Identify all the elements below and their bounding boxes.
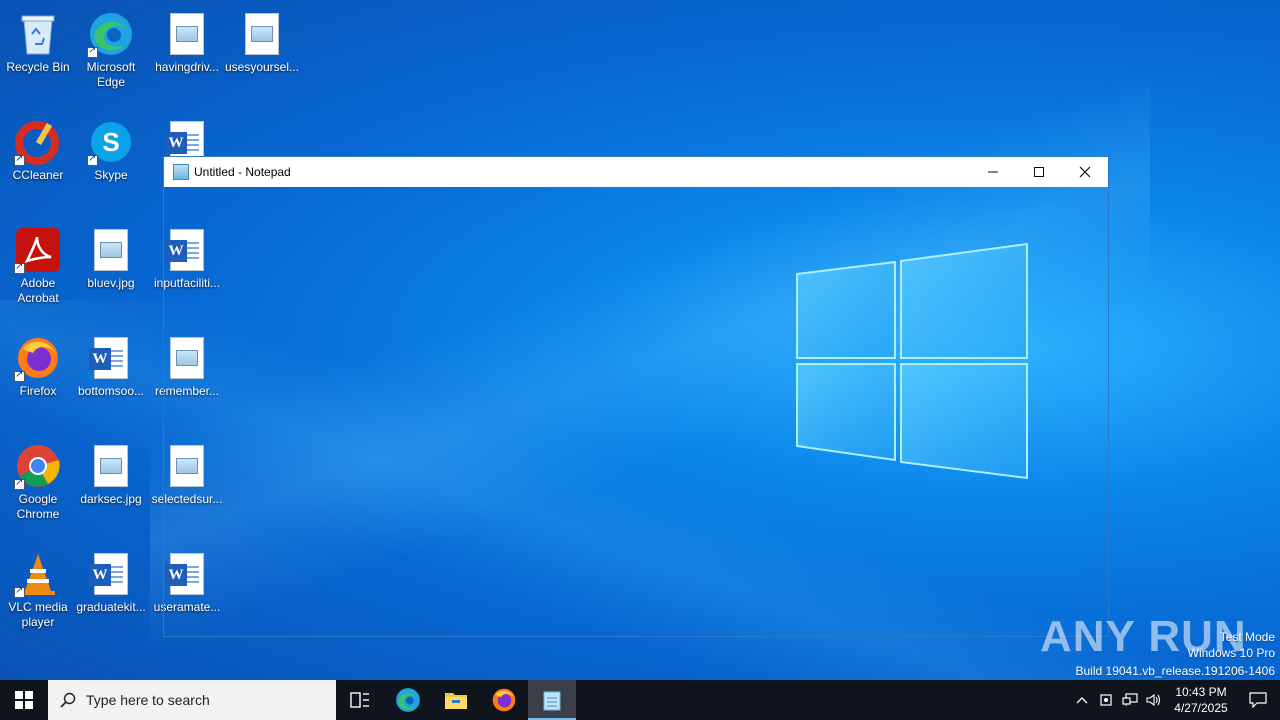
taskbar-file-explorer-button[interactable]	[432, 680, 480, 720]
desktop-icon-darksec[interactable]: darksec.jpg	[73, 436, 149, 536]
volume-icon	[1146, 693, 1161, 707]
shortcut-arrow-icon	[87, 153, 98, 166]
notepad-icon	[173, 164, 189, 180]
desktop-icon-edge[interactable]: Microsoft Edge	[73, 4, 149, 104]
action-center-button[interactable]	[1236, 680, 1280, 720]
file-explorer-icon	[445, 693, 467, 709]
taskbar-search-box[interactable]: Type here to search	[48, 680, 336, 720]
image-file-icon	[238, 10, 286, 58]
firefox-icon	[14, 334, 62, 382]
word-doc-icon: W	[87, 334, 135, 382]
close-icon	[1079, 166, 1091, 178]
firefox-icon	[492, 688, 516, 712]
desktop-icon-ccleaner[interactable]: CCleaner	[0, 112, 76, 212]
desktop-icon-bottomsoo[interactable]: W bottomsoo...	[73, 328, 149, 428]
desktop-icon-usesyoursel[interactable]: usesyoursel...	[224, 4, 300, 104]
search-placeholder: Type here to search	[86, 692, 210, 708]
network-button[interactable]	[1118, 680, 1142, 720]
word-doc-icon: W	[87, 550, 135, 598]
maximize-icon	[1034, 167, 1044, 177]
window-controls	[970, 157, 1108, 187]
tray-app-button[interactable]	[1094, 680, 1118, 720]
notepad-window[interactable]: Untitled - Notepad	[163, 156, 1109, 637]
network-icon	[1122, 693, 1138, 706]
svg-text:S: S	[102, 127, 119, 157]
shortcut-arrow-icon	[14, 585, 25, 598]
desktop-icon-graduatekit[interactable]: W graduatekit...	[73, 544, 149, 644]
notepad-text-area[interactable]	[164, 187, 1108, 636]
skype-icon: S	[87, 118, 135, 166]
desktop-icon-adobe-acrobat[interactable]: Adobe Acrobat	[0, 220, 76, 320]
shortcut-arrow-icon	[14, 369, 25, 382]
vlc-icon	[14, 550, 62, 598]
volume-button[interactable]	[1142, 680, 1166, 720]
recycle-bin-icon	[14, 10, 62, 58]
taskbar-firefox-button[interactable]	[480, 680, 528, 720]
shortcut-arrow-icon	[14, 153, 25, 166]
window-title: Untitled - Notepad	[194, 165, 291, 179]
minimize-icon	[988, 171, 998, 173]
shortcut-arrow-icon	[14, 477, 25, 490]
notepad-title-bar[interactable]: Untitled - Notepad	[164, 157, 1108, 187]
build-label: Build 19041.vb_release.191206-1406	[1075, 664, 1276, 678]
image-file-icon	[87, 226, 135, 274]
desktop-icon-google-chrome[interactable]: Google Chrome	[0, 436, 76, 536]
system-tray: 10:43 PM 4/27/2025	[1070, 680, 1280, 720]
tray-app-icon	[1100, 694, 1112, 706]
test-mode-label: Test Mode	[1219, 630, 1275, 644]
search-icon	[60, 692, 76, 708]
maximize-button[interactable]	[1016, 157, 1062, 187]
desktop-icon-skype[interactable]: S Skype	[73, 112, 149, 212]
taskbar-notepad-button[interactable]	[528, 680, 576, 720]
desktop-icon-vlc[interactable]: VLC media player	[0, 544, 76, 644]
edge-icon	[87, 10, 135, 58]
clock-date: 4/27/2025	[1174, 701, 1228, 715]
start-button[interactable]	[0, 680, 48, 720]
task-view-button[interactable]	[336, 680, 384, 720]
shortcut-arrow-icon	[14, 261, 25, 274]
taskbar-clock[interactable]: 10:43 PM 4/27/2025	[1166, 684, 1236, 716]
chrome-icon	[14, 442, 62, 490]
windows-edition-label: Windows 10 Pro	[1187, 646, 1275, 660]
task-view-icon	[350, 692, 369, 708]
minimize-button[interactable]	[970, 157, 1016, 187]
notification-icon	[1249, 692, 1267, 708]
close-button[interactable]	[1062, 157, 1108, 187]
ccleaner-icon	[14, 118, 62, 166]
shortcut-arrow-icon	[87, 45, 98, 58]
image-file-icon	[87, 442, 135, 490]
desktop-icon-firefox[interactable]: Firefox	[0, 328, 76, 428]
taskbar-edge-button[interactable]	[384, 680, 432, 720]
clock-time: 10:43 PM	[1175, 685, 1227, 699]
edge-icon	[396, 688, 420, 712]
chevron-up-icon	[1076, 697, 1088, 704]
notepad-icon	[543, 691, 561, 711]
desktop-icon-recycle-bin[interactable]: Recycle Bin	[0, 4, 76, 104]
image-file-icon	[163, 10, 211, 58]
desktop-icon-havingdriv[interactable]: havingdriv...	[149, 4, 225, 104]
show-hidden-icons-button[interactable]	[1070, 680, 1094, 720]
taskbar: Type here to search 10:43 PM 4/27/2025	[0, 680, 1280, 720]
windows-start-icon	[15, 691, 33, 709]
desktop-icon-bluev[interactable]: bluev.jpg	[73, 220, 149, 320]
acrobat-icon	[14, 226, 62, 274]
